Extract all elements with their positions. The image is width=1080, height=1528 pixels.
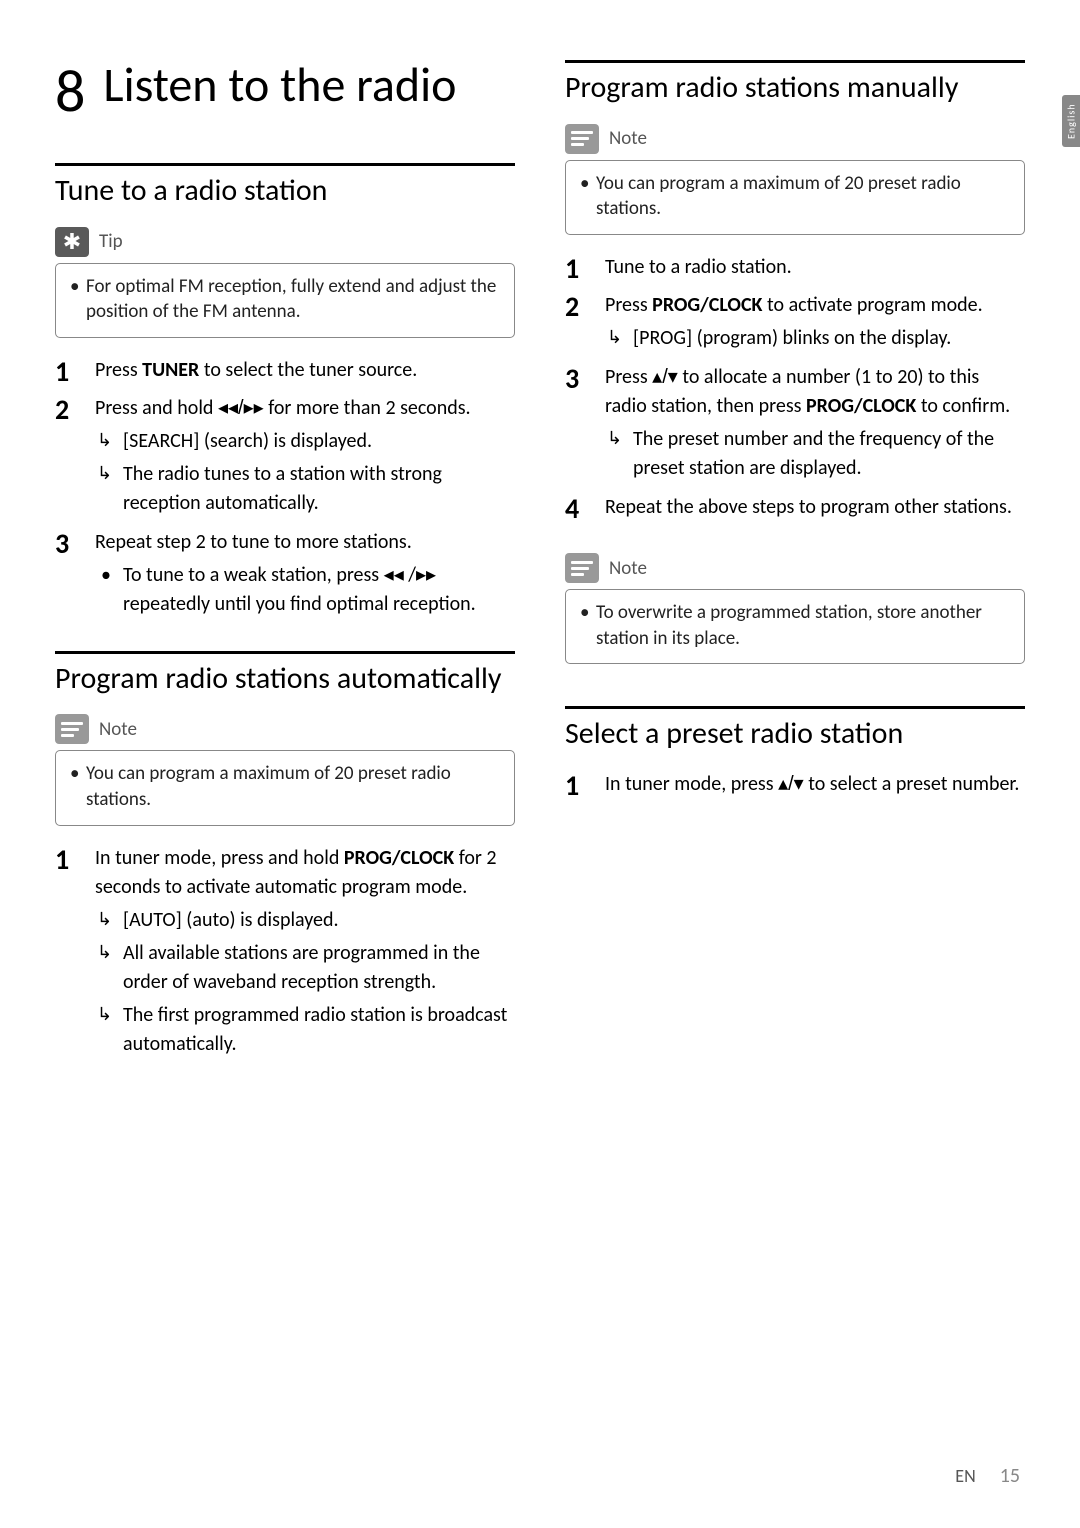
forward-icon: ▸▸ <box>416 564 436 586</box>
section-divider <box>565 60 1025 63</box>
page-footer: EN 15 <box>955 1464 1020 1488</box>
button-ref-tuner: TUNER <box>142 358 199 382</box>
section-title-select-preset: Select a preset radio station <box>565 717 1025 752</box>
step-1: 1 In tuner mode, press and hold PROG/CLO… <box>55 844 515 1063</box>
section-divider <box>55 163 515 166</box>
result-text: The first programmed radio station is br… <box>95 1001 515 1059</box>
result-text: All available stations are programmed in… <box>95 939 515 997</box>
note-body: To overwrite a programmed station, store… <box>565 589 1025 664</box>
auto-steps: 1 In tuner mode, press and hold PROG/CLO… <box>55 844 515 1063</box>
footer-lang: EN <box>955 1465 975 1487</box>
step-text: In tuner mode, press <box>605 772 778 796</box>
step-1: 1 Press TUNER to select the tuner source… <box>55 356 515 388</box>
section-divider <box>55 651 515 654</box>
tip-text: For optimal FM reception, fully extend a… <box>70 274 500 325</box>
up-down-icon: ▴/▾ <box>652 366 678 388</box>
step-number: 1 <box>565 253 605 285</box>
step-text: Repeat the above steps to program other … <box>605 495 1012 519</box>
step-text: for more than 2 seconds. <box>264 396 471 420</box>
step-number: 1 <box>55 356 95 388</box>
page-number: 15 <box>1000 1464 1020 1488</box>
page-content: 8 Listen to the radio Tune to a radio st… <box>55 60 1025 1091</box>
note-body: You can program a maximum of 20 preset r… <box>55 750 515 825</box>
note-callout: Note You can program a maximum of 20 pre… <box>55 714 515 825</box>
step-text: to select the tuner source. <box>199 358 417 382</box>
tip-callout: ✱ Tip For optimal FM reception, fully ex… <box>55 227 515 338</box>
step-number: 1 <box>565 770 605 802</box>
note-icon <box>565 553 599 583</box>
button-ref-prog-clock: PROG/CLOCK <box>652 293 762 317</box>
step-text: to select a preset number. <box>804 772 1020 796</box>
step-text: repeatedly until you find optimal recept… <box>123 592 476 616</box>
step-3: 3 Press ▴/▾ to allocate a number (1 to 2… <box>565 363 1025 487</box>
up-down-icon: ▴/▾ <box>778 773 804 795</box>
step-text: / <box>404 563 416 587</box>
note-icon <box>55 714 89 744</box>
result-text: The radio tunes to a station with strong… <box>95 460 515 518</box>
tip-body: For optimal FM reception, fully extend a… <box>55 263 515 338</box>
step-4: 4 Repeat the above steps to program othe… <box>565 493 1025 525</box>
step-1: 1 In tuner mode, press ▴/▾ to select a p… <box>565 770 1025 802</box>
step-number: 4 <box>565 493 605 525</box>
step-text: In tuner mode, press and hold <box>95 846 344 870</box>
step-text: To tune to a weak station, press <box>123 563 384 587</box>
step-number: 1 <box>55 844 95 876</box>
tip-label: Tip <box>99 230 123 253</box>
note-label: Note <box>609 557 647 580</box>
button-ref-prog-clock: PROG/CLOCK <box>344 846 454 870</box>
section-title-auto: Program radio stations automatically <box>55 662 515 697</box>
manual-steps: 1 Tune to a radio station. 2 Press PROG/… <box>565 253 1025 525</box>
note-callout-2: Note To overwrite a programmed station, … <box>565 553 1025 664</box>
step-text: Press and hold <box>95 396 218 420</box>
step-text: Press <box>605 365 652 389</box>
section-divider <box>565 706 1025 709</box>
step-text: to confirm. <box>916 394 1010 418</box>
note-text: You can program a maximum of 20 preset r… <box>70 761 500 812</box>
tip-icon: ✱ <box>55 227 89 257</box>
note-text: To overwrite a programmed station, store… <box>580 600 1010 651</box>
rewind-icon: ◂◂ <box>384 564 404 586</box>
language-tab: English <box>1062 95 1080 147</box>
step-text: Press <box>95 358 142 382</box>
note-icon <box>565 124 599 154</box>
step-2: 2 Press and hold ◂◂/▸▸ for more than 2 s… <box>55 394 515 522</box>
result-text: [AUTO] (auto) is displayed. <box>95 906 515 935</box>
result-text: [PROG] (program) blinks on the display. <box>605 324 1025 353</box>
step-1: 1 Tune to a radio station. <box>565 253 1025 285</box>
seek-icon: ◂◂/▸▸ <box>218 397 264 419</box>
step-3: 3 Repeat step 2 to tune to more stations… <box>55 528 515 623</box>
result-text: [SEARCH] (search) is displayed. <box>95 427 515 456</box>
step-number: 3 <box>565 363 605 395</box>
note-label: Note <box>99 718 137 741</box>
note-text: You can program a maximum of 20 preset r… <box>580 171 1010 222</box>
right-column: Program radio stations manually Note You… <box>565 60 1025 1091</box>
note-body: You can program a maximum of 20 preset r… <box>565 160 1025 235</box>
step-text: Press <box>605 293 652 317</box>
sub-bullet: To tune to a weak station, press ◂◂ /▸▸ … <box>95 561 515 619</box>
chapter-title-text: Listen to the radio <box>103 60 456 110</box>
step-text: Tune to a radio station. <box>605 255 792 279</box>
button-ref-prog-clock: PROG/CLOCK <box>806 394 916 418</box>
step-number: 3 <box>55 528 95 560</box>
step-text: Repeat step 2 to tune to more stations. <box>95 530 412 554</box>
tune-steps: 1 Press TUNER to select the tuner source… <box>55 356 515 623</box>
note-label: Note <box>609 127 647 150</box>
section-title-manual: Program radio stations manually <box>565 71 1025 106</box>
section-title-tune: Tune to a radio station <box>55 174 515 209</box>
step-2: 2 Press PROG/CLOCK to activate program m… <box>565 291 1025 357</box>
step-text: to activate program mode. <box>762 293 982 317</box>
select-steps: 1 In tuner mode, press ▴/▾ to select a p… <box>565 770 1025 802</box>
result-text: The preset number and the frequency of t… <box>605 425 1025 483</box>
chapter-number: 8 <box>55 60 85 123</box>
step-number: 2 <box>55 394 95 426</box>
note-callout: Note You can program a maximum of 20 pre… <box>565 124 1025 235</box>
step-number: 2 <box>565 291 605 323</box>
left-column: 8 Listen to the radio Tune to a radio st… <box>55 60 515 1091</box>
chapter-heading: 8 Listen to the radio <box>55 60 515 123</box>
